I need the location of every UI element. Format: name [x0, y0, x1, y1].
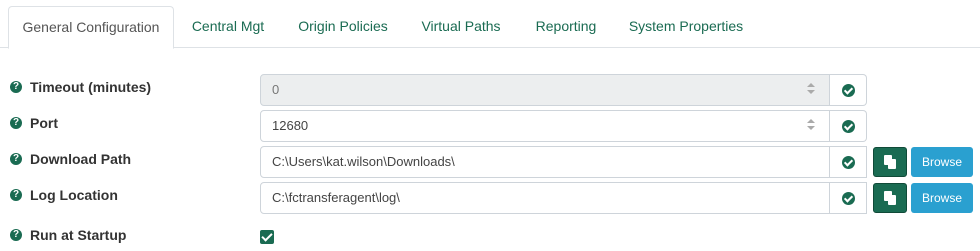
browse-button[interactable]: Browse — [911, 147, 973, 177]
tab-system-properties[interactable]: System Properties — [616, 0, 756, 48]
port-label: Port — [30, 115, 58, 131]
help-icon[interactable]: ? — [10, 117, 22, 129]
check-circle-icon — [842, 156, 855, 169]
valid-addon — [830, 74, 867, 106]
download-path-value: C:\Users\kat.wilson\Downloads\ — [272, 154, 455, 169]
tab-bar: General Configuration Central Mgt Origin… — [0, 0, 980, 49]
port-value: 12680 — [272, 118, 309, 133]
tab-central-mgt[interactable]: Central Mgt — [178, 0, 278, 48]
valid-addon — [830, 110, 867, 142]
tab-reporting[interactable]: Reporting — [524, 0, 608, 48]
help-icon[interactable]: ? — [10, 153, 22, 165]
run-at-startup-checkbox[interactable] — [260, 230, 274, 244]
help-icon[interactable]: ? — [10, 229, 22, 241]
timeout-label: Timeout (minutes) — [30, 79, 152, 95]
log-location-value: C:\fctransferagent\log\ — [272, 190, 400, 205]
download-path-input[interactable]: C:\Users\kat.wilson\Downloads\ — [260, 146, 830, 178]
check-circle-icon — [842, 192, 855, 205]
timeout-value: 0 — [272, 82, 280, 97]
check-circle-icon — [842, 120, 855, 133]
spinner-icon[interactable] — [805, 118, 817, 134]
port-input[interactable]: 12680 — [260, 110, 830, 142]
tab-general-configuration[interactable]: General Configuration — [8, 6, 174, 49]
log-location-input[interactable]: C:\fctransferagent\log\ — [260, 182, 830, 214]
download-path-label: Download Path — [30, 151, 132, 167]
log-location-label: Log Location — [30, 187, 118, 203]
copy-path-button[interactable] — [873, 183, 907, 213]
check-circle-icon — [842, 84, 855, 97]
tab-virtual-paths[interactable]: Virtual Paths — [408, 0, 514, 48]
copy-path-button[interactable] — [873, 147, 907, 177]
run-at-startup-label: Run at Startup — [30, 227, 127, 243]
timeout-input[interactable]: 0 — [260, 74, 830, 106]
browse-button[interactable]: Browse — [911, 183, 973, 213]
valid-addon — [830, 146, 867, 178]
help-icon[interactable]: ? — [10, 189, 22, 201]
tab-origin-policies[interactable]: Origin Policies — [286, 0, 400, 48]
spinner-icon[interactable] — [805, 82, 817, 98]
help-icon[interactable]: ? — [10, 81, 22, 93]
valid-addon — [830, 182, 867, 214]
